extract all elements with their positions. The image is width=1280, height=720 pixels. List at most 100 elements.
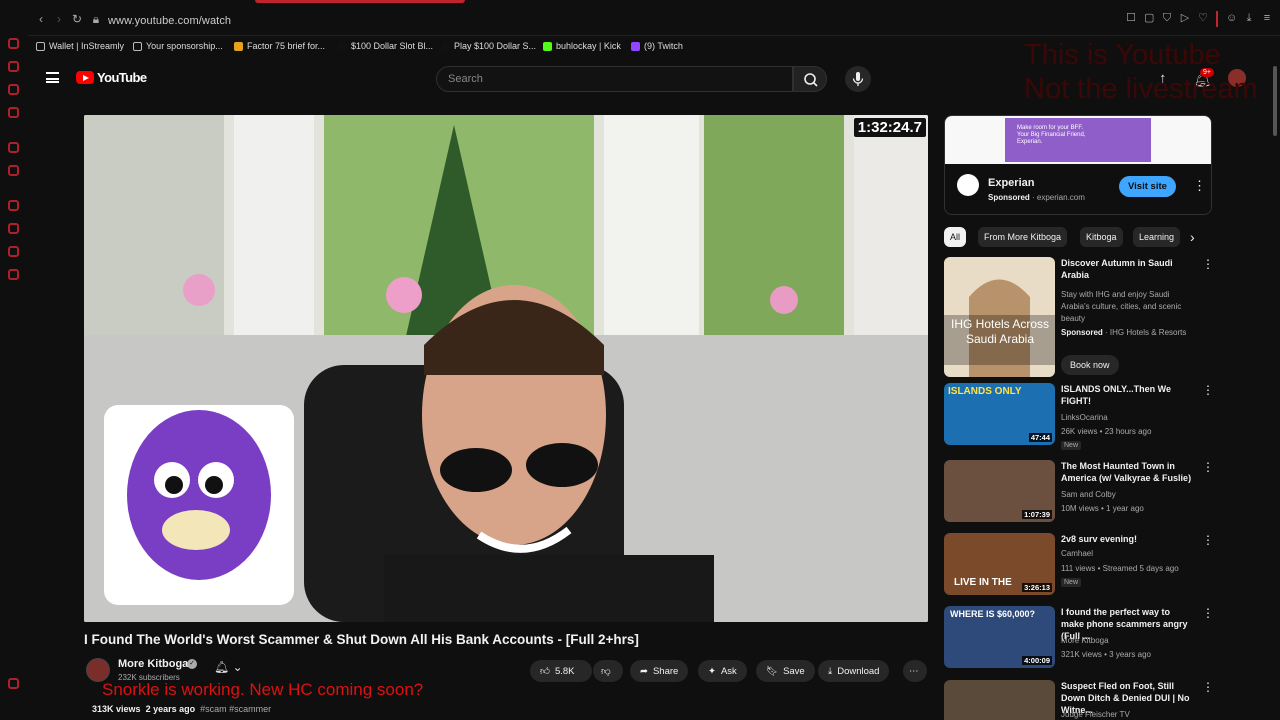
share-icon: ➦	[640, 665, 648, 677]
browser-extension-icons: ☐ ▢ ⛉ ▷ ♡ ☺ ⤓ ≡	[1126, 11, 1272, 27]
ask-button[interactable]: ✦ Ask	[698, 660, 747, 682]
chevron-right-icon[interactable]: ›	[1190, 229, 1195, 245]
active-tab-indicator	[255, 0, 465, 3]
bookmark-item[interactable]: (9) Twitch	[631, 39, 683, 53]
recommendation-channel[interactable]: More Kitboga	[1061, 636, 1109, 645]
heart-icon[interactable]: ♡	[1198, 11, 1208, 25]
sidebar-app-icon[interactable]	[8, 269, 19, 280]
hamburger-menu-icon[interactable]	[46, 72, 59, 83]
search-icon	[804, 73, 818, 87]
recommendation-item[interactable]: WHERE IS $60,000? 4:00:09 I found the pe…	[944, 606, 1214, 672]
save-icon: 🔖︎	[766, 665, 779, 677]
chip-kitboga[interactable]: Kitboga	[1080, 227, 1123, 247]
bookmark-item[interactable]: Your sponsorship...	[133, 39, 223, 53]
chip-all[interactable]: All	[944, 227, 967, 247]
sidebar-app-icon[interactable]	[8, 107, 19, 118]
thumbs-up-icon: 👍︎	[540, 666, 550, 677]
recommendation-channel[interactable]: Sam and Colby	[1061, 490, 1116, 499]
recommendation-channel[interactable]: LinksOcarina	[1061, 413, 1108, 422]
sidebar-app-icon[interactable]	[8, 38, 19, 49]
shield-icon[interactable]: ⛉	[1162, 11, 1172, 25]
video-duration: 3:26:13	[1022, 583, 1052, 592]
more-icon[interactable]: ⋮	[1202, 533, 1214, 547]
recommendation-item[interactable]: LIVE IN THE 3:26:13 2v8 surv evening! Ca…	[944, 533, 1214, 599]
play-icon[interactable]: ▷	[1180, 11, 1190, 25]
sidebar-app-icon[interactable]	[8, 200, 19, 211]
screenshot-icon[interactable]: ▢	[1144, 11, 1154, 25]
recommendation-title: Discover Autumn in Saudi Arabia	[1061, 258, 1173, 280]
voice-search-button[interactable]	[845, 66, 871, 92]
sidebar-app-icon[interactable]	[8, 142, 19, 153]
bookmark-item[interactable]: Play $100 Dollar S...	[441, 39, 536, 53]
book-now-button[interactable]: Book now	[1061, 355, 1119, 375]
chip-learning[interactable]: Learning	[1133, 227, 1181, 247]
sponsor-meta: Sponsored · IHG Hotels & Resorts	[1061, 328, 1187, 337]
search-button[interactable]	[793, 66, 827, 92]
youtube-logo[interactable]: YouTube	[76, 70, 147, 85]
reload-icon[interactable]: ↻	[70, 12, 84, 26]
chip-from-channel[interactable]: From More Kitboga	[978, 227, 1068, 247]
more-icon[interactable]: ⋮	[1193, 178, 1206, 194]
channel-name[interactable]: More Kitboga	[118, 658, 188, 670]
visit-site-button[interactable]: Visit site	[1119, 176, 1176, 197]
recommendation-title: The Most Haunted Town in America (w/ Val…	[1061, 461, 1192, 483]
lock-icon: 🔒︎	[92, 12, 100, 26]
hashtags[interactable]: #scam #scammer	[200, 704, 271, 714]
more-icon[interactable]: ⋮	[1202, 383, 1214, 397]
overlay-caption: Not the livestream	[1024, 73, 1258, 105]
menu-icon[interactable]: ≡	[1262, 11, 1272, 25]
recommendation-channel[interactable]: Judge Fleischer TV	[1061, 710, 1130, 719]
sidebar-app-icon[interactable]	[8, 165, 19, 176]
more-icon[interactable]: ⋮	[1202, 606, 1214, 620]
sidebar-app-icon[interactable]	[8, 246, 19, 257]
browser-sidebar	[0, 28, 28, 720]
sidebar-app-icon[interactable]	[8, 61, 19, 72]
video-player[interactable]: 1:32:24.7	[84, 115, 928, 622]
more-icon[interactable]: ⋮	[1202, 460, 1214, 474]
new-badge: New	[1061, 441, 1082, 450]
recommendation-item[interactable]: ISLANDS ONLY 47:44 ISLANDS ONLY...Then W…	[944, 383, 1214, 450]
profile-icon[interactable]: ☺	[1226, 11, 1237, 25]
more-actions-button[interactable]: ⋯	[903, 660, 927, 682]
channel-avatar[interactable]	[86, 658, 110, 682]
thumbs-down-icon: 👎︎	[601, 666, 611, 677]
dislike-button[interactable]: 👎︎	[593, 660, 623, 682]
search-input[interactable]: Search	[436, 66, 793, 92]
back-icon[interactable]: ‹	[34, 12, 48, 26]
more-icon[interactable]: ⋮	[1202, 257, 1214, 271]
overlay-caption: Snorkle is working. New HC coming soon?	[102, 680, 424, 699]
forward-icon[interactable]: ›	[52, 12, 66, 26]
bookmark-item[interactable]: Wallet | InStreamly	[36, 39, 124, 53]
recommendation-item[interactable]: 1:07:39 The Most Haunted Town in America…	[944, 460, 1214, 526]
download-icon[interactable]: ⤓	[1244, 11, 1254, 25]
bookmark-item[interactable]: $100 Dollar Slot Bl...	[338, 39, 433, 53]
address-bar[interactable]: www.youtube.com/watch	[108, 15, 231, 27]
browser-toolbar: ‹ › ↻ 🔒︎ www.youtube.com/watch ☐ ▢ ⛉ ▷ ♡…	[0, 0, 1280, 36]
video-duration: 47:44	[1028, 433, 1052, 442]
share-button[interactable]: ➦ Share	[630, 660, 689, 682]
save-button[interactable]: 🔖︎ Save	[756, 660, 815, 682]
sponsored-ad-card[interactable]: Make room for your BFF. Your Big Financi…	[944, 115, 1212, 215]
overlay-caption: This is Youtube	[1024, 39, 1221, 71]
youtube-play-icon	[76, 71, 94, 84]
sponsored-recommendation[interactable]: IHG Hotels Across Saudi Arabia Discover …	[944, 257, 1214, 377]
verified-icon: ✓	[187, 659, 197, 669]
scrollbar-thumb[interactable]	[1273, 66, 1277, 136]
download-button[interactable]: ⤓ Download	[818, 660, 890, 682]
video-thumbnail: 1:07:39	[944, 460, 1055, 522]
like-button[interactable]: 👍︎ 5.8K	[530, 660, 592, 682]
bookmark-item[interactable]: Factor 75 brief for...	[234, 39, 325, 53]
recommendation-item[interactable]: Suspect Fled on Foot, Still Down Ditch &…	[944, 680, 1214, 720]
sidebar-app-icon[interactable]	[8, 223, 19, 234]
bookmark-icon[interactable]: ☐	[1126, 11, 1136, 25]
more-icon[interactable]: ⋮	[1202, 680, 1214, 694]
bookmark-item[interactable]: buhlockay | Kick	[543, 39, 621, 53]
recommendation-channel[interactable]: Camhael	[1061, 549, 1093, 558]
page-scrollbar[interactable]	[1270, 56, 1280, 720]
sidebar-app-icon[interactable]	[8, 678, 19, 689]
bell-icon: 🔔︎	[214, 660, 230, 674]
sidebar-app-icon[interactable]	[8, 84, 19, 95]
stream-timer: 1:32:24.7	[853, 118, 926, 137]
video-thumbnail: ISLANDS ONLY 47:44	[944, 383, 1055, 445]
subscription-bell-button[interactable]: 🔔︎ ⌄	[214, 660, 260, 680]
